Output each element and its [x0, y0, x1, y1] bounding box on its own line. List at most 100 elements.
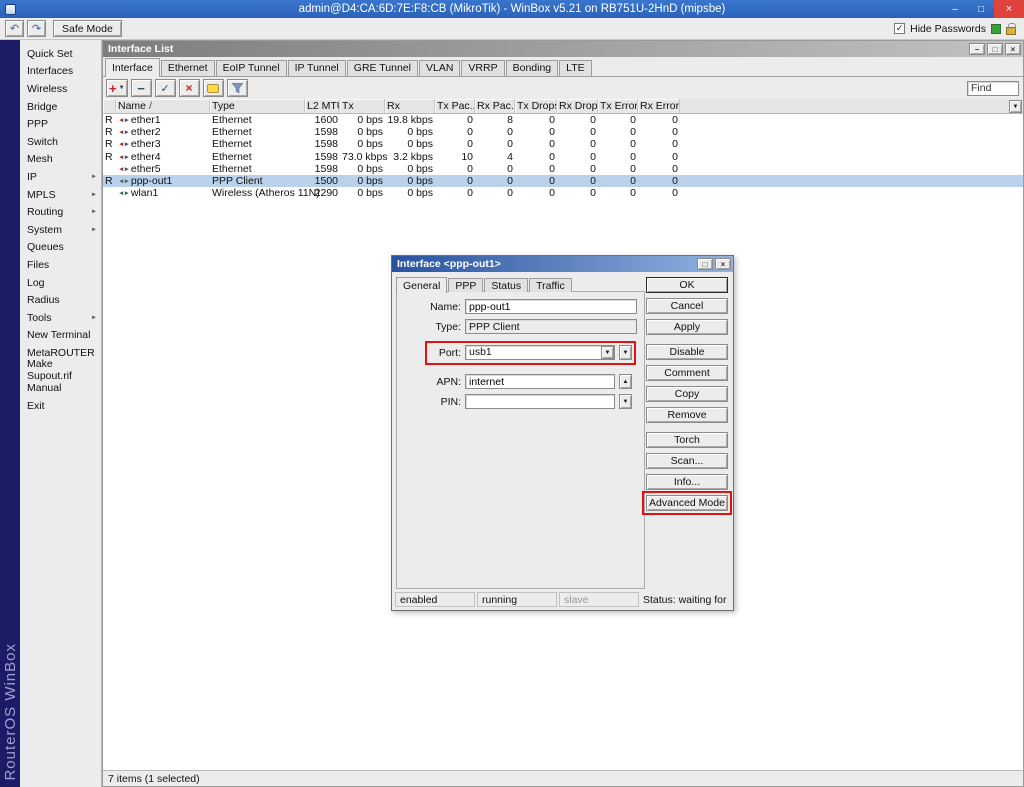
child-close-button[interactable]: × [1005, 43, 1021, 55]
child-minimize-button[interactable]: – [969, 43, 985, 55]
dialog-button-label: Advanced Mode [649, 497, 725, 509]
row-flag: R [103, 151, 116, 163]
table-row[interactable]: R ether2 Ethernet 1598 0 bps 0 bps 0 0 0… [103, 126, 1023, 138]
dialog-button[interactable]: Advanced Mode [646, 495, 728, 511]
column-rx-errors[interactable]: Rx Errors [638, 99, 680, 113]
row-filler [680, 126, 1023, 138]
dialog-button[interactable]: Remove [646, 407, 728, 423]
sidebar-item[interactable]: MPLS ► [20, 186, 101, 204]
name-input[interactable] [465, 299, 637, 314]
table-row[interactable]: R ether1 Ethernet 1600 0 bps 19.8 kbps 0… [103, 114, 1023, 126]
apn-collapse-button[interactable]: ▲ [619, 374, 632, 389]
dialog-button[interactable]: Cancel [646, 298, 728, 314]
sidebar-item[interactable]: Routing ► [20, 203, 101, 221]
sidebar-item[interactable]: Bridge ► [20, 98, 101, 116]
undo-button[interactable]: ↶ [5, 20, 24, 37]
disable-button[interactable]: × [179, 79, 200, 97]
minimize-button[interactable]: – [942, 0, 968, 18]
dialog-maximize-button[interactable]: □ [697, 258, 713, 270]
sidebar-item[interactable]: System ► [20, 221, 101, 239]
remove-button[interactable]: − [131, 79, 152, 97]
tab[interactable]: GRE Tunnel [347, 60, 418, 76]
tab[interactable]: IP Tunnel [288, 60, 346, 76]
sidebar-item[interactable]: IP ► [20, 168, 101, 186]
enable-button[interactable]: ✓ [155, 79, 176, 97]
dialog-button[interactable]: Copy [646, 386, 728, 402]
dialog-button[interactable]: Info... [646, 474, 728, 490]
tab[interactable]: Bonding [506, 60, 559, 76]
sidebar-item[interactable]: PPP ► [20, 115, 101, 133]
sidebar-item[interactable]: Mesh ► [20, 151, 101, 169]
row-filler [680, 175, 1023, 187]
table-row[interactable]: wlan1 Wireless (Atheros 11N) 2290 0 bps … [103, 187, 1023, 199]
column-select-dropdown[interactable]: ▼ [1009, 100, 1022, 113]
dialog-button[interactable]: Apply [646, 319, 728, 335]
column-rx-packet[interactable]: Rx Pac... [475, 99, 515, 113]
column-type[interactable]: Type [210, 99, 305, 113]
table-row[interactable]: ether5 Ethernet 1598 0 bps 0 bps 0 0 0 0… [103, 163, 1023, 175]
sidebar-item[interactable]: Queues ► [20, 239, 101, 257]
tab[interactable]: VRRP [461, 60, 504, 76]
pin-input[interactable] [465, 394, 615, 409]
sidebar-item[interactable]: Files ► [20, 256, 101, 274]
dialog-close-button[interactable]: × [715, 258, 731, 270]
dialog-button[interactable]: OK [646, 277, 728, 293]
port-expander-button[interactable]: ▼ [619, 345, 632, 360]
column-tx-packet[interactable]: Tx Pac... [435, 99, 475, 113]
dialog-button[interactable]: Torch [646, 432, 728, 448]
dialog-tab[interactable]: PPP [448, 278, 483, 292]
close-button[interactable]: × [994, 0, 1024, 18]
hide-passwords-checkbox[interactable]: ✓ [894, 23, 905, 34]
sidebar-item[interactable]: Exit ► [20, 397, 101, 415]
sidebar-item[interactable]: Wireless ► [20, 80, 101, 98]
tab-label: EoIP Tunnel [223, 62, 280, 74]
dialog-tab[interactable]: Status [484, 278, 528, 292]
row-rx-drops: 0 [557, 187, 598, 199]
sidebar-item[interactable]: Radius ► [20, 291, 101, 309]
dialog-button[interactable]: Comment [646, 365, 728, 381]
sidebar-item[interactable]: Quick Set ► [20, 45, 101, 63]
row-rx-packet: 0 [475, 163, 515, 175]
sidebar-item[interactable]: Log ► [20, 274, 101, 292]
table-row[interactable]: R ether4 Ethernet 1598 73.0 kbps 3.2 kbp… [103, 151, 1023, 163]
column-tx-errors[interactable]: Tx Errors [598, 99, 638, 113]
dialog-tab[interactable]: Traffic [529, 278, 572, 292]
pin-expand-button[interactable]: ▼ [619, 394, 632, 409]
sidebar-item[interactable]: New Terminal ► [20, 327, 101, 345]
safe-mode-button[interactable]: Safe Mode [53, 20, 122, 37]
comment-button[interactable] [203, 79, 224, 97]
redo-button[interactable]: ↷ [27, 20, 46, 37]
table-row[interactable]: R ppp-out1 PPP Client 1500 0 bps 0 bps 0… [103, 175, 1023, 187]
child-maximize-button[interactable]: □ [987, 43, 1003, 55]
column-tx[interactable]: Tx [340, 99, 385, 113]
port-combobox[interactable]: usb1 ▼ [465, 345, 615, 360]
filter-button[interactable] [227, 79, 248, 97]
column-l2mtu[interactable]: L2 MTU [305, 99, 340, 113]
dialog-button[interactable]: Scan... [646, 453, 728, 469]
maximize-button[interactable]: □ [968, 0, 994, 18]
sidebar-item[interactable]: Interfaces ► [20, 63, 101, 81]
sidebar-item[interactable]: Make Supout.rif ► [20, 362, 101, 380]
tab[interactable]: Ethernet [161, 60, 215, 76]
tab[interactable]: LTE [559, 60, 591, 76]
tab[interactable]: Interface [105, 58, 160, 77]
brand-strip: RouterOS WinBox [0, 40, 20, 787]
apn-input[interactable] [465, 374, 615, 389]
column-rx[interactable]: Rx [385, 99, 435, 113]
sidebar-item[interactable]: Tools ► [20, 309, 101, 327]
column-flag[interactable] [103, 99, 116, 113]
tab[interactable]: VLAN [419, 60, 460, 76]
tab[interactable]: EoIP Tunnel [216, 60, 287, 76]
find-input[interactable] [967, 81, 1019, 96]
dialog-button[interactable]: Disable [646, 344, 728, 360]
table-row[interactable]: R ether3 Ethernet 1598 0 bps 0 bps 0 0 0… [103, 138, 1023, 150]
dialog-tab[interactable]: General [396, 277, 447, 293]
sidebar-item-label: Bridge [27, 101, 57, 113]
sidebar-item-label: Manual [27, 382, 61, 394]
add-button[interactable]: + ▼ [106, 79, 128, 97]
port-dropdown-icon[interactable]: ▼ [601, 346, 614, 359]
sidebar-item[interactable]: Switch ► [20, 133, 101, 151]
column-rx-drops[interactable]: Rx Drops [557, 99, 598, 113]
column-name[interactable]: Name/ [116, 99, 210, 113]
column-tx-drops[interactable]: Tx Drops [515, 99, 557, 113]
